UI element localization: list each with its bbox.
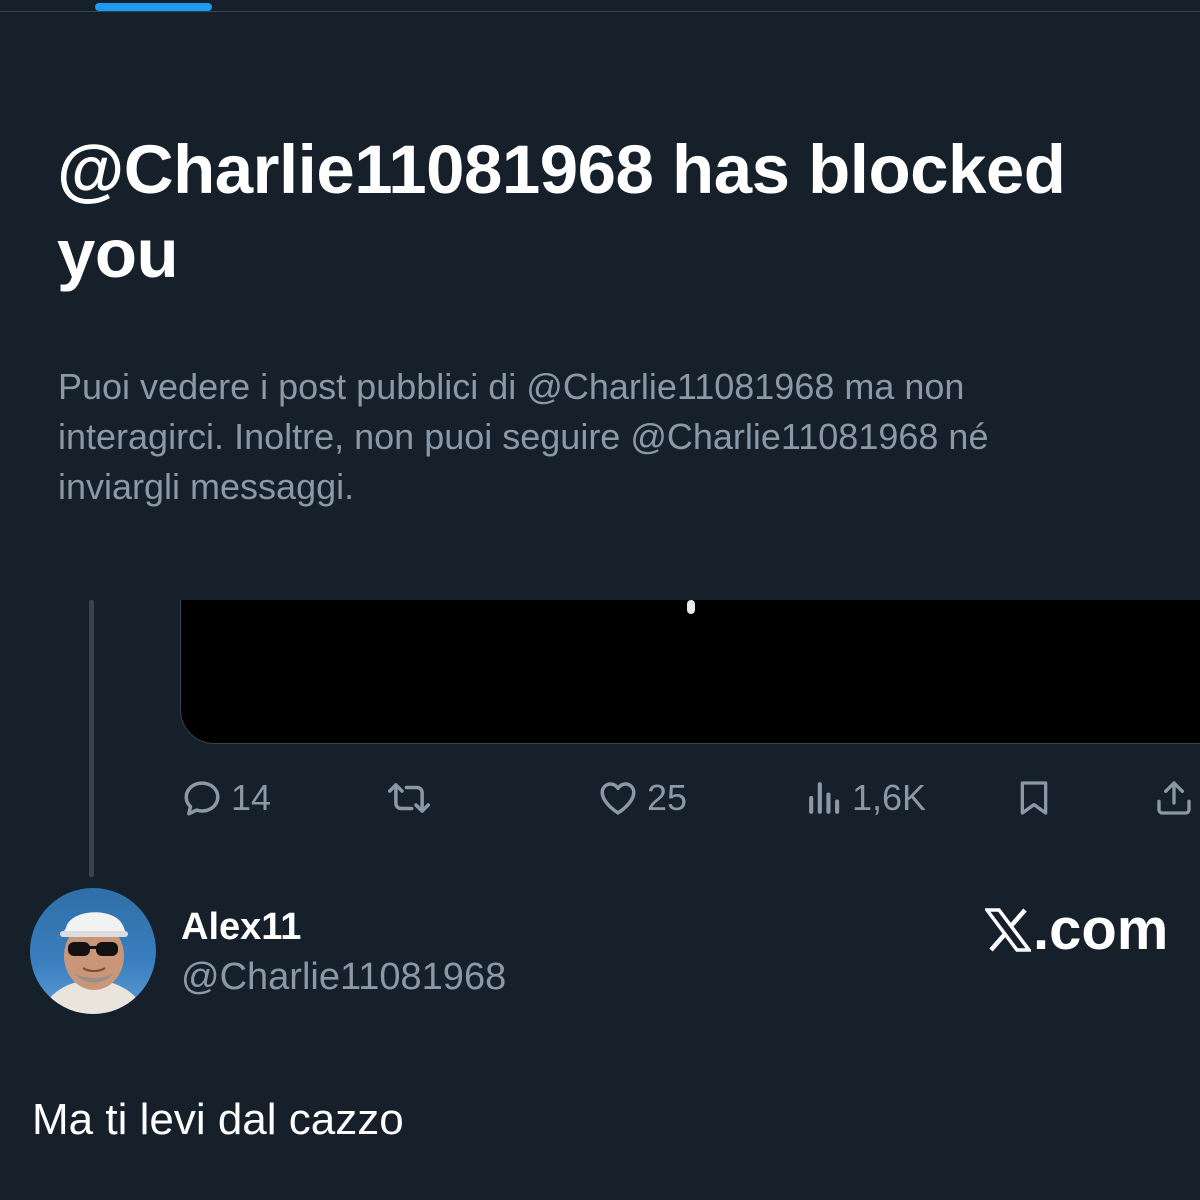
top-divider xyxy=(0,11,1200,12)
post-media[interactable] xyxy=(180,600,1200,744)
watermark-text: .com xyxy=(1033,897,1169,962)
avatar[interactable] xyxy=(30,888,156,1014)
x-logo-icon xyxy=(985,908,1031,952)
views-count: 1,6K xyxy=(852,777,927,818)
thread-connector-line xyxy=(89,600,94,877)
blocked-title: @Charlie11081968 has blocked you xyxy=(57,131,1066,292)
active-tab-indicator xyxy=(95,3,212,11)
reply-text: Ma ti levi dal cazzo xyxy=(32,1095,404,1144)
repost-icon xyxy=(388,783,430,813)
reply-count: 14 xyxy=(231,777,272,818)
reply-button[interactable]: 14 xyxy=(181,770,271,826)
share-button[interactable] xyxy=(1154,770,1194,826)
repost-button[interactable] xyxy=(385,770,433,826)
like-button[interactable]: 25 xyxy=(597,770,687,826)
bookmark-icon xyxy=(1020,781,1048,815)
avatar-photo xyxy=(30,888,156,1014)
views-button[interactable]: 1,6K xyxy=(806,770,926,826)
share-icon xyxy=(1157,781,1191,815)
blocked-description: Puoi vedere i post pubblici di @Charlie1… xyxy=(58,366,989,507)
reply-icon xyxy=(184,781,220,816)
views-icon xyxy=(809,782,840,814)
reply-display-name[interactable]: Alex11 xyxy=(181,903,301,951)
x-com-watermark: .com xyxy=(985,898,1168,962)
heart-icon xyxy=(600,782,636,815)
media-detail xyxy=(687,600,695,614)
like-count: 25 xyxy=(647,777,688,818)
reply-handle[interactable]: @Charlie11081968 xyxy=(181,953,506,1001)
bookmark-button[interactable] xyxy=(1014,770,1054,826)
